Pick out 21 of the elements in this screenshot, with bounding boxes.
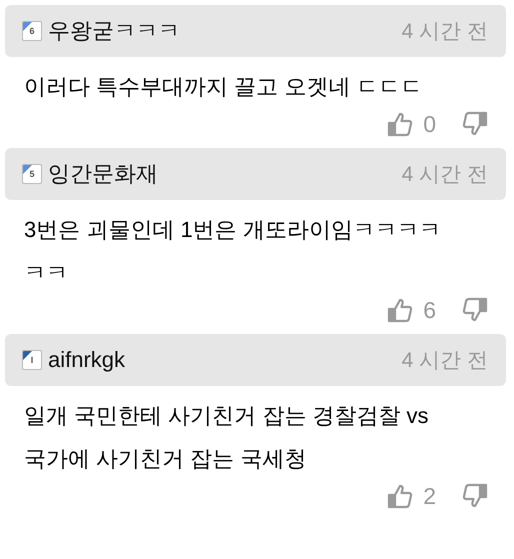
level-number: 5 <box>29 169 34 179</box>
thumbs-up-icon[interactable] <box>387 483 414 509</box>
comment-text: 3번은 괴물인데 1번은 개또라이임ㅋㅋㅋㅋㅋㅋ <box>23 216 442 287</box>
comment-time: 4 시간 전 <box>402 19 488 45</box>
comment-time: 4 시간 전 <box>402 348 488 374</box>
thumbs-down-icon[interactable] <box>462 297 488 323</box>
like-count: 2 <box>423 482 436 510</box>
level-number: 6 <box>29 26 34 36</box>
comment-time: 4 시간 전 <box>402 162 488 188</box>
comment-text: 일개 국민한테 사기친거 잡는 경찰검찰 vs 국가에 사기친거 잡는 국세청 <box>23 402 430 473</box>
thumbs-down-icon[interactable] <box>462 111 488 137</box>
level-number: I <box>30 355 34 365</box>
like-count: 0 <box>423 110 436 138</box>
like-count: 6 <box>423 296 436 324</box>
thumbs-up-icon[interactable] <box>387 297 414 323</box>
thumbs-up-icon[interactable] <box>387 111 414 137</box>
author-name[interactable]: 잉간문화재 <box>48 159 402 189</box>
thumbs-down-icon[interactable] <box>462 483 488 509</box>
author-name[interactable]: 우왕굳ㅋㅋㅋ <box>48 16 402 46</box>
comment-text: 이러다 특수부대까지 끌고 오겟네 ㄷㄷㄷ <box>23 73 424 101</box>
author-name[interactable]: aifnrkgk <box>48 347 402 373</box>
